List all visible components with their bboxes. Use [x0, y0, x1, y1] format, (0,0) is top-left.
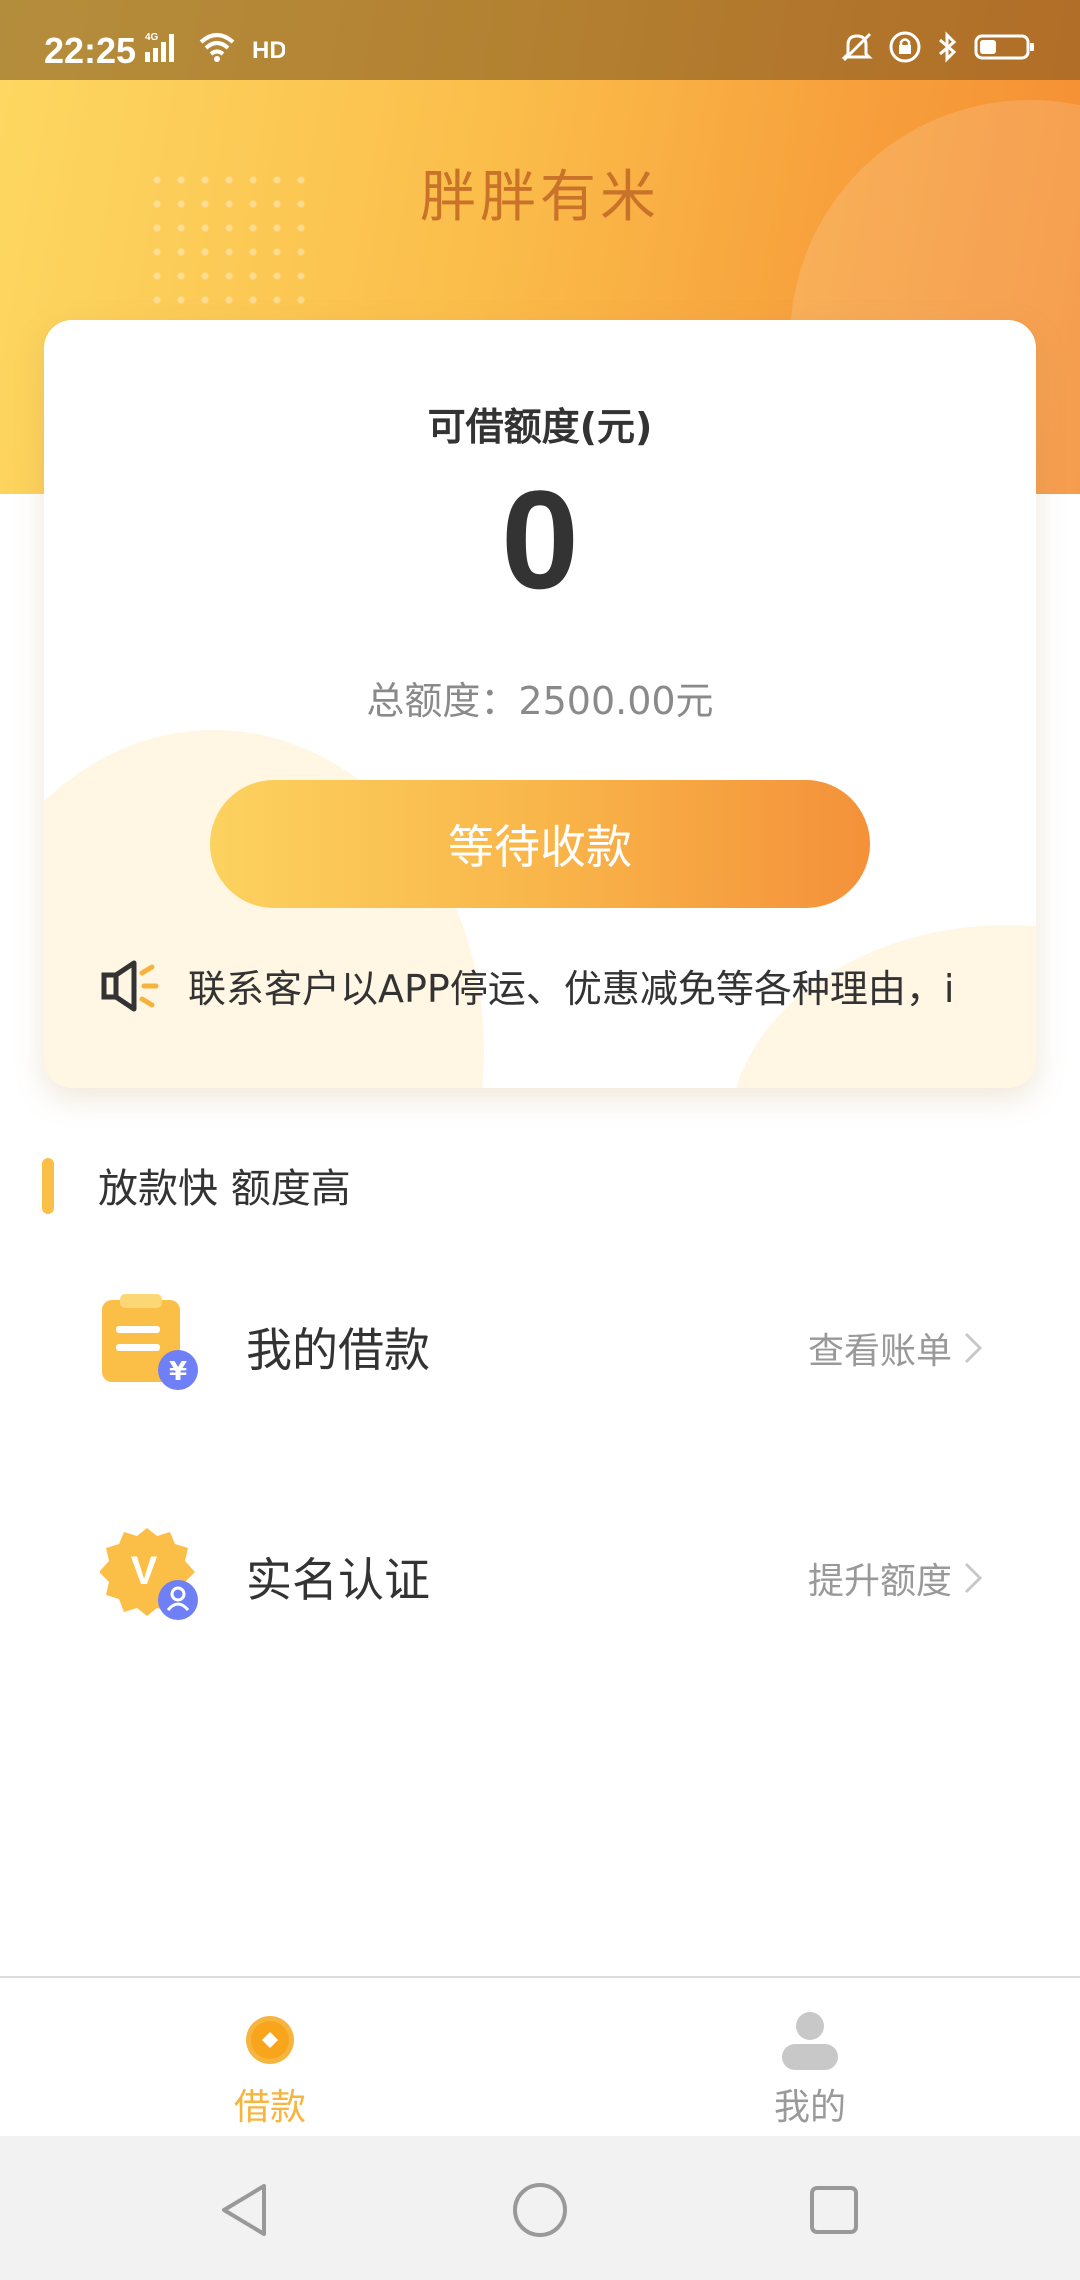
battery-icon — [974, 34, 1034, 60]
recents-icon[interactable] — [804, 2180, 864, 2240]
available-credit-label: 可借额度(元) — [427, 405, 653, 449]
tab-mine[interactable]: 我的 — [540, 1978, 1080, 2138]
view-bill-text: 查看账单 — [807, 1331, 952, 1372]
available-credit-amount: 0 — [501, 461, 579, 618]
bottom-tab-bar: 借款 我的 — [0, 1976, 1080, 2136]
notice-text: 联系客户以APP停运、优惠减免等各种理由，i — [188, 966, 955, 1011]
await-payment-button[interactable]: 等待收款 — [210, 780, 870, 908]
svg-text:V: V — [131, 1549, 158, 1593]
svg-text:4G: 4G — [145, 32, 159, 43]
home-icon[interactable] — [510, 2180, 570, 2240]
wifi-icon — [199, 33, 235, 62]
svg-text:¥: ¥ — [169, 1357, 187, 1387]
speaker-icon — [101, 960, 159, 1012]
svg-text:HD: HD — [252, 37, 285, 64]
back-icon[interactable] — [216, 2180, 276, 2240]
page-title: 胖胖有米 — [420, 165, 660, 230]
menu-item-my-loans[interactable]: ¥ 我的借款 查看账单 — [0, 1272, 1080, 1412]
bell-off-icon — [841, 32, 873, 62]
chevron-right-icon — [964, 1332, 983, 1364]
view-bill-link[interactable]: 查看账单 — [808, 1322, 984, 1374]
tab-loan[interactable]: 借款 — [0, 1978, 540, 2138]
loan-bill-icon: ¥ — [102, 1294, 198, 1390]
user-icon — [782, 2012, 838, 2070]
raise-limit-text: 提升额度 — [807, 1561, 952, 1602]
system-nav-bar — [0, 2136, 1080, 2280]
menu-item-label: 实名认证 — [246, 1553, 430, 1607]
status-right-icons — [840, 30, 1036, 64]
coin-icon — [246, 2016, 294, 2064]
hd-icon: HD — [252, 37, 285, 64]
bluetooth-icon — [939, 31, 957, 63]
chevron-right-icon — [964, 1562, 983, 1594]
total-credit-text: 总额度：2500.00元 — [366, 679, 714, 723]
signal-4g-icon: 4G — [145, 32, 174, 62]
verified-badge-icon: V — [100, 1528, 198, 1620]
tab-label: 我的 — [773, 2087, 846, 2128]
lock-rotation-icon — [889, 31, 921, 63]
status-bar: 22:25 4G HD — [0, 0, 1080, 80]
tab-label: 借款 — [233, 2087, 306, 2128]
raise-limit-link[interactable]: 提升额度 — [808, 1552, 984, 1604]
menu-item-real-name-verification[interactable]: V 实名认证 提升额度 — [0, 1502, 1080, 1642]
menu-item-label: 我的借款 — [246, 1323, 430, 1377]
section-title: 放款快 额度高 — [98, 1166, 351, 1212]
status-left-icons: 4G HD — [143, 30, 285, 64]
status-time: 22:25 — [44, 30, 137, 71]
credit-card-panel: 可借额度(元) 0 总额度：2500.00元 等待收款 联系客户以APP停运、优… — [44, 320, 1036, 1088]
notice-marquee[interactable]: 联系客户以APP停运、优惠减免等各种理由，i — [100, 950, 1000, 1020]
section-accent-bar — [42, 1158, 54, 1214]
